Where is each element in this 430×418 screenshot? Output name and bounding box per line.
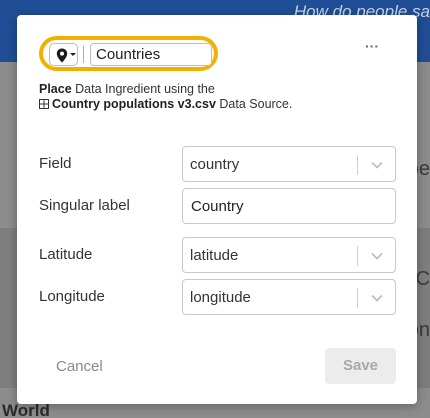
- latitude-label: Latitude: [39, 246, 93, 263]
- more-options-button[interactable]: ···: [365, 38, 379, 54]
- singular-label-input[interactable]: [182, 188, 396, 224]
- description-action: Place: [39, 82, 72, 96]
- table-grid-icon: [39, 99, 49, 109]
- ingredient-type-button[interactable]: [49, 43, 78, 66]
- save-button[interactable]: Save: [325, 348, 396, 384]
- ingredient-name-input[interactable]: [90, 43, 212, 66]
- latitude-select[interactable]: latitude: [182, 237, 396, 273]
- field-select[interactable]: country: [182, 146, 396, 182]
- map-pin-icon: [56, 48, 68, 63]
- singular-label-row: Singular label: [39, 188, 397, 224]
- longitude-select-value: longitude: [190, 289, 251, 306]
- description-suffix: Data Source.: [219, 97, 293, 111]
- ingredient-header: [39, 36, 218, 71]
- ingredient-description: Place Data Ingredient using the Country …: [39, 82, 379, 112]
- background-fragment-2: C: [415, 268, 430, 290]
- data-source-name: Country populations v3.csv: [52, 97, 216, 111]
- place-ingredient-dialog: ··· Place Data Ingredient using the Coun…: [17, 15, 417, 404]
- chevron-down-icon: [371, 294, 383, 302]
- longitude-label: Longitude: [39, 288, 105, 305]
- select-separator: [357, 155, 358, 175]
- latitude-row: Latitude latitude: [39, 237, 397, 273]
- longitude-row: Longitude longitude: [39, 279, 397, 315]
- select-separator: [357, 288, 358, 308]
- chevron-down-icon: [371, 161, 383, 169]
- field-label: Field: [39, 155, 72, 172]
- singular-label-label: Singular label: [39, 197, 130, 214]
- longitude-select[interactable]: longitude: [182, 279, 396, 315]
- field-select-value: country: [190, 156, 240, 173]
- chevron-down-icon: [70, 53, 76, 56]
- select-separator: [357, 246, 358, 266]
- cancel-button[interactable]: Cancel: [56, 358, 103, 375]
- field-row: Field country: [39, 146, 397, 182]
- latitude-select-value: latitude: [190, 247, 239, 264]
- description-middle: Data Ingredient using the: [75, 82, 215, 96]
- chevron-down-icon: [371, 252, 383, 260]
- pill-divider: [83, 46, 84, 63]
